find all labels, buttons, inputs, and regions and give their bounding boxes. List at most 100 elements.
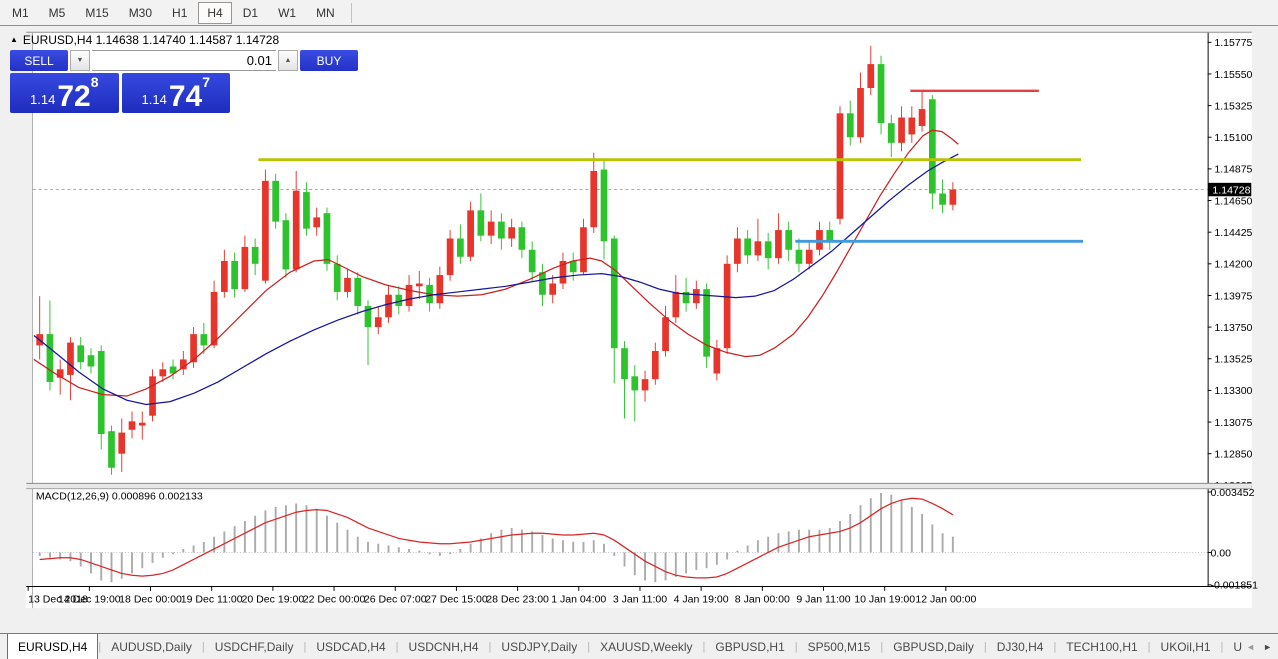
price-axis-labels: 1.157751.155501.153251.151001.148751.146… <box>1208 37 1253 492</box>
date-axis-label: 27 Dec 15:00 <box>425 593 488 605</box>
candle-up <box>714 348 721 373</box>
candle-up <box>857 88 864 137</box>
tab-scroll-right-icon[interactable]: ► <box>1263 642 1272 652</box>
macd-axis-bg[interactable] <box>1208 489 1252 586</box>
date-axis-label: 19 Dec 11:00 <box>181 593 243 605</box>
timeframe-button-w1[interactable]: W1 <box>269 2 305 24</box>
date-axis-label: 1 Jan 04:00 <box>551 593 606 605</box>
symbol-tab-bar: EURUSD,H4|AUDUSD,Daily|USDCHF,Daily|USDC… <box>0 633 1278 659</box>
candle-down <box>570 261 577 272</box>
price-chart[interactable]: 1.157751.155501.153251.151001.148751.146… <box>0 26 1278 633</box>
candle-down <box>498 222 505 239</box>
tab-ukoil-h1[interactable]: UKOil,H1 <box>1151 634 1221 659</box>
sell-price-prefix: 1.14 <box>30 93 55 106</box>
tab-audusd-daily[interactable]: AUDUSD,Daily <box>101 634 202 659</box>
sell-button[interactable]: SELL <box>10 50 68 71</box>
candle-down <box>457 238 464 256</box>
candle-down <box>631 376 638 390</box>
price-axis-label: 1.14200 <box>1214 259 1252 271</box>
price-axis-label: 1.14425 <box>1214 227 1252 239</box>
candle-down <box>47 334 54 382</box>
candle-down <box>334 264 341 292</box>
candle-down <box>601 170 608 242</box>
candle-up <box>149 376 156 415</box>
candle-up <box>867 64 874 88</box>
timeframe-button-m1[interactable]: M1 <box>3 2 38 24</box>
lot-size-input[interactable] <box>92 50 276 71</box>
sell-price-panel[interactable]: 1.14 72 8 <box>10 73 119 113</box>
candle-up <box>293 191 300 270</box>
date-axis-label: 8 Jan 00:00 <box>735 593 790 605</box>
candle-up <box>755 241 762 255</box>
candle-up <box>642 379 649 390</box>
price-axis-label: 1.13300 <box>1214 385 1252 397</box>
tab-sp500-m15[interactable]: SP500,M15 <box>798 634 881 659</box>
buy-price-prefix: 1.14 <box>142 93 167 106</box>
candle-up <box>734 238 741 263</box>
price-axis-label: 1.15550 <box>1214 69 1252 81</box>
buy-button[interactable]: BUY <box>300 50 358 71</box>
macd-plot-bg[interactable] <box>33 489 1208 586</box>
candle-up <box>837 113 844 218</box>
buy-price-sup: 7 <box>202 75 210 89</box>
candle-down <box>354 278 361 306</box>
lot-decrease-button[interactable]: ▼ <box>70 50 90 71</box>
candle-down <box>283 220 290 269</box>
current-price-label: 1.14728 <box>1212 184 1250 196</box>
tab-xauusd-weekly[interactable]: XAUUSD,Weekly <box>590 634 702 659</box>
candle-up <box>180 359 187 369</box>
candle-up <box>313 217 320 227</box>
timeframe-button-m5[interactable]: M5 <box>40 2 75 24</box>
macd-axis-label: 0.00 <box>1211 547 1232 559</box>
tab-eurusd-h4[interactable]: EURUSD,H4 <box>7 634 98 659</box>
candle-down <box>888 123 895 143</box>
candle-up <box>590 171 597 227</box>
tab-usdjpy-daily[interactable]: USDJPY,Daily <box>491 634 587 659</box>
date-axis-label: 18 Dec 00:00 <box>119 593 182 605</box>
one-click-trading-panel: SELL ▼ ▲ BUY 1.14 72 8 1.14 74 7 <box>10 50 230 113</box>
tab-usdchf-daily[interactable]: USDCHF,Daily <box>205 634 304 659</box>
candle-down <box>98 351 105 434</box>
candle-up <box>375 317 382 327</box>
panel-splitter[interactable] <box>26 484 1252 489</box>
candle-up <box>898 118 905 143</box>
tab-gbpusd-daily[interactable]: GBPUSD,Daily <box>883 634 984 659</box>
candle-up <box>724 264 731 348</box>
tab-gbpusd-h1[interactable]: GBPUSD,H1 <box>705 634 794 659</box>
price-axis-label: 1.13525 <box>1214 354 1252 366</box>
price-axis-label: 1.13975 <box>1214 290 1252 302</box>
candle-up <box>262 181 269 281</box>
timeframe-button-m15[interactable]: M15 <box>76 2 117 24</box>
candle-down <box>878 64 885 123</box>
candle-up <box>693 289 700 303</box>
tab-scroll-left-icon[interactable]: ◄ <box>1246 642 1255 652</box>
candle-down <box>785 230 792 250</box>
tab-usdcad-h4[interactable]: USDCAD,H4 <box>306 634 395 659</box>
tab-dj30-h4[interactable]: DJ30,H4 <box>987 634 1054 659</box>
candle-up <box>129 421 136 429</box>
tab-scroll-controls: ◄► <box>1242 634 1276 659</box>
tab-tech100-h1[interactable]: TECH100,H1 <box>1056 634 1147 659</box>
candle-down <box>744 238 751 255</box>
price-axis-label: 1.15100 <box>1214 132 1252 144</box>
candle-up <box>580 227 587 272</box>
macd-label: MACD(12,26,9) 0.000896 0.002133 <box>36 491 203 503</box>
timeframe-button-d1[interactable]: D1 <box>234 2 267 24</box>
candle-down <box>88 355 95 366</box>
candle-up <box>159 369 166 376</box>
sell-price-sup: 8 <box>91 75 99 89</box>
timeframe-button-mn[interactable]: MN <box>307 2 344 24</box>
buy-price-panel[interactable]: 1.14 74 7 <box>122 73 231 113</box>
candle-down <box>478 210 485 235</box>
candle-down <box>796 250 803 264</box>
lot-increase-button[interactable]: ▲ <box>278 50 298 71</box>
timeframe-button-m30[interactable]: M30 <box>120 2 161 24</box>
timeframe-button-h1[interactable]: H1 <box>163 2 196 24</box>
tab-usdcnh-h4[interactable]: USDCNH,H4 <box>399 634 489 659</box>
timeframe-button-h4[interactable]: H4 <box>198 2 231 24</box>
candle-down <box>200 334 207 345</box>
candle-up <box>672 292 679 317</box>
candle-up <box>919 109 926 126</box>
candle-down <box>252 247 259 264</box>
candle-down <box>621 348 628 379</box>
